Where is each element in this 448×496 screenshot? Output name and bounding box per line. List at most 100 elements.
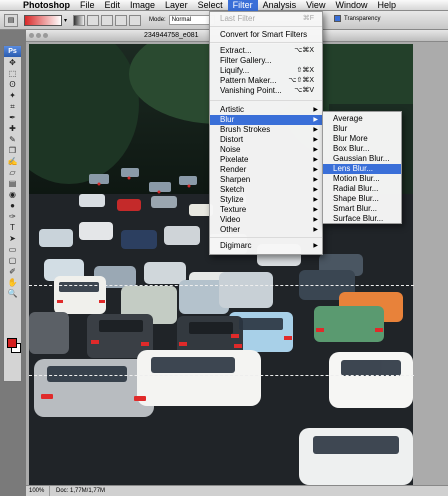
- blur-item-blur-more[interactable]: Blur More: [323, 134, 401, 144]
- mode-select[interactable]: Normal: [168, 15, 215, 25]
- submenu-arrow-icon: ▶: [313, 167, 318, 173]
- digimarc-label: Digimarc: [220, 241, 252, 250]
- filter-item-liquify[interactable]: Liquify... ⇧⌘X: [210, 66, 322, 76]
- filter-item-video[interactable]: Video ▶: [210, 215, 322, 225]
- menu-image[interactable]: Image: [125, 0, 160, 11]
- reflected-gradient-button[interactable]: [115, 14, 128, 26]
- submenu-arrow-icon: ▶: [313, 147, 318, 153]
- blur-item-motion-blur[interactable]: Motion Blur...: [323, 174, 401, 184]
- ps-logo[interactable]: Ps: [4, 46, 21, 57]
- menu-bar: Photoshop File Edit Image Layer Select F…: [0, 0, 448, 11]
- blur-tool-icon[interactable]: ◉: [4, 189, 21, 200]
- filter-item-noise[interactable]: Noise ▶: [210, 145, 322, 155]
- convert-smart-filters-item[interactable]: Convert for Smart Filters: [210, 30, 322, 40]
- path-select-icon[interactable]: ➤: [4, 233, 21, 244]
- menu-view[interactable]: View: [301, 0, 330, 11]
- menu-help[interactable]: Help: [372, 0, 401, 11]
- blur-item-gaussian-blur[interactable]: Gaussian Blur...: [323, 154, 401, 164]
- history-brush-icon[interactable]: ✍: [4, 156, 21, 167]
- menu-edit[interactable]: Edit: [100, 0, 126, 11]
- type-icon[interactable]: T: [4, 222, 21, 233]
- blur-item-average[interactable]: Average: [323, 114, 401, 124]
- blur-item-blur[interactable]: Blur: [323, 124, 401, 134]
- healing-icon[interactable]: ✚: [4, 123, 21, 134]
- filter-item-pixelate[interactable]: Pixelate ▶: [210, 155, 322, 165]
- filter-item-blur[interactable]: Blur ▶: [210, 115, 322, 125]
- filter-item-label: Render: [220, 165, 247, 174]
- doc-size-info[interactable]: Doc: 1,77M/1,77M: [50, 486, 105, 496]
- filter-item-sketch[interactable]: Sketch ▶: [210, 185, 322, 195]
- tool-preset-icon[interactable]: ▤: [4, 13, 18, 27]
- zoom-icon[interactable]: 🔍: [4, 288, 21, 299]
- filter-item-digimarc[interactable]: Digimarc ▶: [210, 241, 322, 251]
- radial-gradient-button[interactable]: [87, 14, 100, 26]
- blur-item-surface-blur[interactable]: Surface Blur...: [323, 214, 401, 224]
- submenu-arrow-icon: ▶: [313, 177, 318, 183]
- eyedropper-icon[interactable]: ✒: [4, 112, 21, 123]
- lasso-icon[interactable]: ʘ: [4, 79, 21, 90]
- menu-filter[interactable]: Filter: [227, 0, 258, 11]
- menu-select[interactable]: Select: [193, 0, 228, 11]
- menu-photoshop[interactable]: Photoshop: [18, 0, 75, 11]
- filter-item-texture[interactable]: Texture ▶: [210, 205, 322, 215]
- filter-item-render[interactable]: Render ▶: [210, 165, 322, 175]
- eraser-icon[interactable]: ▱: [4, 167, 21, 178]
- brush-icon[interactable]: ✎: [4, 134, 21, 145]
- blur-item-smart-blur[interactable]: Smart Blur...: [323, 204, 401, 214]
- filter-menu: Last Filter ⌘F Convert for Smart Filters…: [209, 11, 323, 255]
- filter-item-other[interactable]: Other ▶: [210, 225, 322, 235]
- menu-analysis[interactable]: Analysis: [258, 0, 302, 11]
- menu-file[interactable]: File: [75, 0, 100, 11]
- filter-item-brush-strokes[interactable]: Brush Strokes ▶: [210, 125, 322, 135]
- notes-icon[interactable]: ▢: [4, 255, 21, 266]
- filter-item-label: Blur: [220, 115, 235, 124]
- filter-item-artistic[interactable]: Artistic ▶: [210, 105, 322, 115]
- dodge-icon[interactable]: ●: [4, 200, 21, 211]
- close-icon[interactable]: [29, 33, 34, 38]
- move-icon[interactable]: ✥: [4, 57, 21, 68]
- crop-icon[interactable]: ⌗: [4, 101, 21, 112]
- menu-layer[interactable]: Layer: [160, 0, 193, 11]
- angle-gradient-button[interactable]: [101, 14, 114, 26]
- marquee-icon[interactable]: ⬚: [4, 68, 21, 79]
- filter-item-distort[interactable]: Distort ▶: [210, 135, 322, 145]
- filter-item-label: Texture: [220, 205, 247, 214]
- submenu-arrow-icon: ▶: [313, 117, 318, 123]
- linear-gradient-button[interactable]: [73, 14, 86, 26]
- filter-item-label: Sharpen: [220, 175, 251, 184]
- filter-item-filter-gallery[interactable]: Filter Gallery...: [210, 56, 322, 66]
- quick-select-icon[interactable]: ✦: [4, 90, 21, 101]
- chevron-down-icon[interactable]: ▾: [64, 17, 67, 24]
- foreground-color-swatch[interactable]: [7, 338, 17, 348]
- clone-stamp-icon[interactable]: ❒: [4, 145, 21, 156]
- blur-item-shape-blur[interactable]: Shape Blur...: [323, 194, 401, 204]
- filter-item-label: Extract...: [220, 46, 252, 55]
- blur-item-radial-blur[interactable]: Radial Blur...: [323, 184, 401, 194]
- gradient-picker[interactable]: [24, 14, 62, 26]
- pen-icon[interactable]: ✑: [4, 211, 21, 222]
- filter-item-pattern-maker[interactable]: Pattern Maker... ⌥⇧⌘X: [210, 76, 322, 86]
- filter-item-extract[interactable]: Extract... ⌥⌘X: [210, 46, 322, 56]
- blur-submenu: Average Blur Blur More Box Blur... Gaussian …: [322, 111, 402, 224]
- submenu-arrow-icon: ▶: [313, 137, 318, 143]
- shortcut-label: ⇧⌘X: [296, 67, 314, 74]
- blur-item-lens-blur[interactable]: Lens Blur...: [323, 164, 401, 174]
- shape-icon[interactable]: ▭: [4, 244, 21, 255]
- last-filter-item: Last Filter ⌘F: [210, 14, 322, 24]
- filter-item-sharpen[interactable]: Sharpen ▶: [210, 175, 322, 185]
- blur-item-box-blur[interactable]: Box Blur...: [323, 144, 401, 154]
- filter-item-vanishing-point[interactable]: Vanishing Point... ⌥⌘V: [210, 86, 322, 96]
- diamond-gradient-button[interactable]: [129, 14, 142, 26]
- last-filter-label: Last Filter: [220, 14, 256, 23]
- eyedropper2-icon[interactable]: ✐: [4, 266, 21, 277]
- gradient-icon[interactable]: ▤: [4, 178, 21, 189]
- menu-window[interactable]: Window: [330, 0, 372, 11]
- hand-icon[interactable]: ✋: [4, 277, 21, 288]
- filter-item-stylize[interactable]: Stylize ▶: [210, 195, 322, 205]
- submenu-arrow-icon: ▶: [313, 127, 318, 133]
- shortcut-label: ⌥⌘X: [294, 47, 314, 54]
- minimize-icon[interactable]: [36, 33, 41, 38]
- transparency-checkbox[interactable]: [334, 15, 341, 22]
- zoom-window-icon[interactable]: [43, 33, 48, 38]
- zoom-level[interactable]: 100%: [26, 486, 50, 496]
